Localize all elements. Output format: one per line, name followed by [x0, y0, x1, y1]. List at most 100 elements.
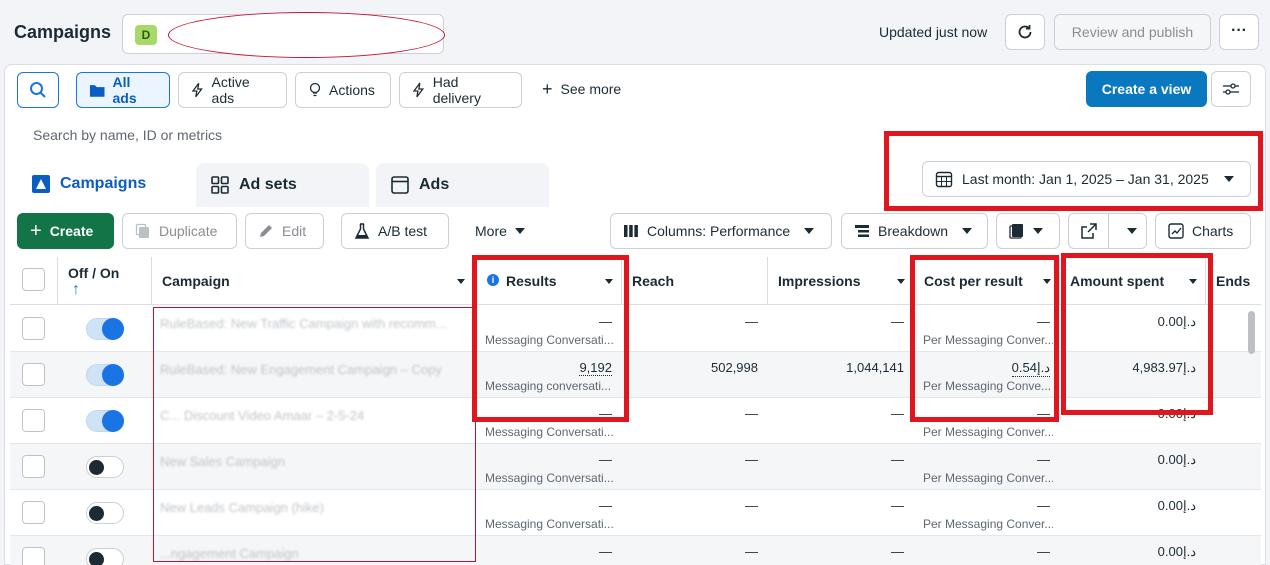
- more-options-button[interactable]: ···: [1219, 14, 1259, 50]
- account-selector[interactable]: D: [122, 12, 445, 58]
- cell-reach: 502,998: [622, 352, 768, 398]
- row-toggle[interactable]: [86, 548, 124, 565]
- cost-per-result-value: —: [1037, 452, 1050, 467]
- chevron-down-icon: [804, 228, 815, 234]
- reach-value: —: [745, 406, 758, 421]
- tab-ad-sets[interactable]: Ad sets: [196, 163, 369, 207]
- cell-reach: —: [622, 490, 768, 536]
- account-badge: D: [135, 25, 157, 45]
- cell-reach: —: [622, 306, 768, 352]
- duplicate-icon: [135, 223, 149, 238]
- refresh-button[interactable]: [1005, 14, 1045, 50]
- charts-button[interactable]: Charts: [1155, 213, 1251, 249]
- reach-value: —: [745, 452, 758, 467]
- reach-value: 502,998: [711, 360, 758, 375]
- cell-results: — Messaging Conversati...: [474, 444, 622, 490]
- more-actions-label: More: [475, 223, 507, 239]
- results-value: —: [599, 544, 612, 559]
- view-settings-button[interactable]: [1211, 71, 1251, 107]
- filter-active-ads[interactable]: Active ads: [178, 72, 287, 108]
- row-toggle[interactable]: [86, 410, 124, 432]
- row-toggle[interactable]: [86, 318, 124, 340]
- filter-all-ads-label: All ads: [112, 74, 137, 106]
- results-value: —: [599, 452, 612, 467]
- edit-button[interactable]: Edit: [245, 213, 324, 249]
- toggle-knob: [89, 552, 104, 565]
- row-toggle[interactable]: [86, 456, 124, 478]
- select-all-header: [10, 257, 58, 305]
- filter-actions[interactable]: Actions: [295, 72, 391, 108]
- cell-impressions: —: [768, 398, 914, 444]
- sort-arrow-up-icon: ↑: [72, 281, 80, 298]
- cell-amount-spent: 0.00د.إ: [1060, 536, 1206, 565]
- duplicate-button[interactable]: Duplicate: [122, 213, 237, 249]
- cell-results: — Messaging Conversati...: [474, 490, 622, 536]
- toggle-knob: [89, 460, 104, 475]
- chart-icon: [1168, 223, 1184, 239]
- header-ends-label: Ends: [1216, 273, 1251, 289]
- grid-icon: [211, 176, 229, 194]
- header-campaign[interactable]: Campaign: [152, 257, 474, 305]
- annotation-amount-spent: [1061, 253, 1213, 415]
- reach-value: —: [745, 314, 758, 329]
- column-menu-icon: [457, 279, 465, 284]
- breakdown-dropdown[interactable]: Breakdown: [841, 213, 988, 249]
- lightning-icon: [191, 82, 203, 98]
- breakdown-label: Breakdown: [878, 223, 949, 239]
- header-off-on-label: Off / On: [68, 265, 120, 281]
- export-button[interactable]: [1069, 214, 1109, 248]
- header-ends[interactable]: Ends: [1206, 257, 1261, 305]
- tab-ad-sets-label: Ad sets: [239, 176, 297, 193]
- chevron-down-icon: [514, 228, 525, 234]
- refresh-icon: [1018, 25, 1032, 39]
- row-checkbox[interactable]: [22, 317, 45, 340]
- row-toggle[interactable]: [86, 502, 124, 524]
- amount-spent-value: 0.00د.إ: [1157, 544, 1196, 559]
- toggle-knob: [102, 364, 124, 386]
- reports-dropdown[interactable]: [996, 213, 1060, 249]
- cell-impressions: —: [768, 536, 914, 565]
- plus-icon: +: [542, 79, 553, 99]
- create-view-button[interactable]: Create a view: [1086, 71, 1207, 107]
- toggle-knob: [89, 506, 104, 521]
- row-toggle[interactable]: [86, 364, 124, 386]
- ab-test-button[interactable]: A/B test: [341, 213, 449, 249]
- cell-impressions: —: [768, 444, 914, 490]
- select-all-checkbox[interactable]: [22, 268, 45, 291]
- review-publish-button[interactable]: Review and publish: [1054, 14, 1211, 50]
- vertical-scrollbar[interactable]: [1248, 311, 1255, 354]
- reach-value: —: [745, 498, 758, 513]
- filter-all-ads[interactable]: All ads: [76, 72, 170, 108]
- filter-had-delivery[interactable]: Had delivery: [399, 72, 522, 108]
- cost-per-result-type: Per Messaging Conver...: [923, 425, 1053, 439]
- cost-per-result-value: —: [1037, 544, 1050, 559]
- more-actions-dropdown[interactable]: More: [462, 213, 542, 249]
- row-checkbox[interactable]: [22, 547, 45, 565]
- row-checkbox[interactable]: [22, 501, 45, 524]
- create-button[interactable]: + Create: [17, 213, 114, 249]
- cell-reach: —: [622, 398, 768, 444]
- chevron-down-icon: [1033, 228, 1043, 234]
- columns-dropdown[interactable]: Columns: Performance: [610, 213, 832, 249]
- cost-per-result-type: Per Messaging Conver...: [923, 517, 1053, 531]
- tab-campaigns[interactable]: Campaigns: [17, 160, 188, 207]
- impressions-value: 1,044,141: [846, 360, 904, 375]
- header-reach[interactable]: Reach: [622, 257, 768, 305]
- plus-icon: +: [30, 220, 42, 242]
- header-off-on[interactable]: Off / On ↑: [58, 257, 152, 305]
- ab-test-label: A/B test: [378, 223, 428, 239]
- see-more-link[interactable]: + See more: [542, 79, 622, 99]
- updated-status: Updated just now: [879, 24, 988, 40]
- tab-ads[interactable]: Ads: [376, 163, 549, 207]
- chevron-down-icon: [1126, 228, 1137, 234]
- row-checkbox[interactable]: [22, 409, 45, 432]
- export-split-button[interactable]: [1068, 213, 1147, 249]
- export-options-toggle[interactable]: [1117, 228, 1146, 234]
- filter-actions-label: Actions: [329, 82, 375, 98]
- row-checkbox[interactable]: [22, 363, 45, 386]
- cost-per-result-value: —: [1037, 498, 1050, 513]
- header-impressions[interactable]: Impressions: [768, 257, 914, 305]
- row-checkbox[interactable]: [22, 455, 45, 478]
- see-more-label: See more: [560, 81, 622, 97]
- search-toggle-button[interactable]: [17, 72, 59, 108]
